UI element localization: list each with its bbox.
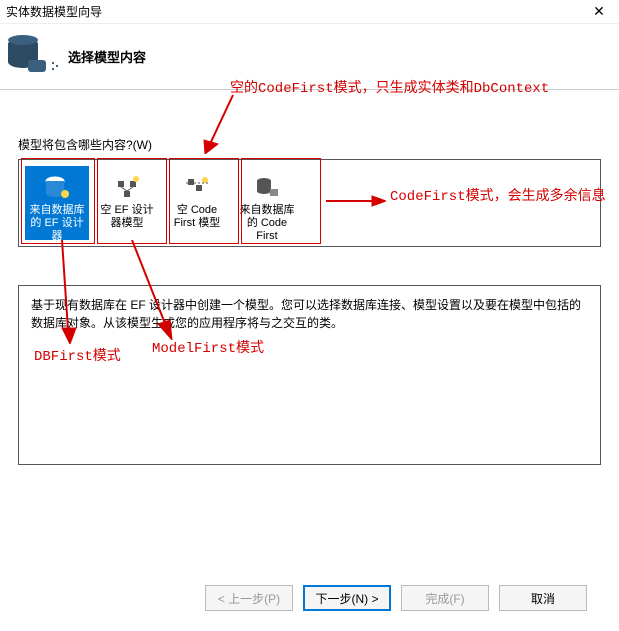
description-text: 基于现有数据库在 EF 设计器中创建一个模型。您可以选择数据库连接、模型设置以及… bbox=[31, 298, 581, 330]
titlebar: 实体数据模型向导 ✕ bbox=[0, 0, 619, 24]
next-button[interactable]: 下一步(N) > bbox=[303, 585, 391, 611]
prev-button[interactable]: < 上一步(P) bbox=[205, 585, 293, 611]
cancel-button[interactable]: 取消 bbox=[499, 585, 587, 611]
option-label: 空 Code First 模型 bbox=[165, 204, 229, 230]
wizard-header: 选择模型内容 bbox=[0, 24, 619, 90]
wizard-buttons: < 上一步(P) 下一步(N) > 完成(F) 取消 bbox=[205, 585, 587, 611]
option-label: 来自数据库的 EF 设计器 bbox=[25, 204, 89, 243]
option-empty-code-first[interactable]: 空 Code First 模型 bbox=[165, 166, 229, 240]
options-label: 模型将包含哪些内容?(W) bbox=[18, 136, 619, 153]
wizard-step-title: 选择模型内容 bbox=[68, 47, 146, 66]
option-empty-ef-designer[interactable]: 空 EF 设计器模型 bbox=[95, 166, 159, 240]
description-panel: 基于现有数据库在 EF 设计器中创建一个模型。您可以选择数据库连接、模型设置以及… bbox=[18, 285, 601, 465]
option-db-ef-designer[interactable]: 来自数据库的 EF 设计器 bbox=[25, 166, 89, 240]
option-label: 空 EF 设计器模型 bbox=[95, 204, 159, 230]
database-code-icon bbox=[235, 172, 299, 202]
database-icon bbox=[6, 36, 48, 78]
code-icon bbox=[165, 172, 229, 202]
close-icon[interactable]: ✕ bbox=[585, 2, 613, 22]
window-title: 实体数据模型向导 bbox=[6, 3, 585, 20]
option-db-code-first[interactable]: 来自数据库的 Code First bbox=[235, 166, 299, 240]
finish-button[interactable]: 完成(F) bbox=[401, 585, 489, 611]
database-designer-icon bbox=[25, 172, 89, 202]
designer-icon bbox=[95, 172, 159, 202]
model-options: 来自数据库的 EF 设计器 空 EF 设计器模型 空 Code First 模型… bbox=[18, 159, 601, 247]
option-label: 来自数据库的 Code First bbox=[235, 204, 299, 243]
